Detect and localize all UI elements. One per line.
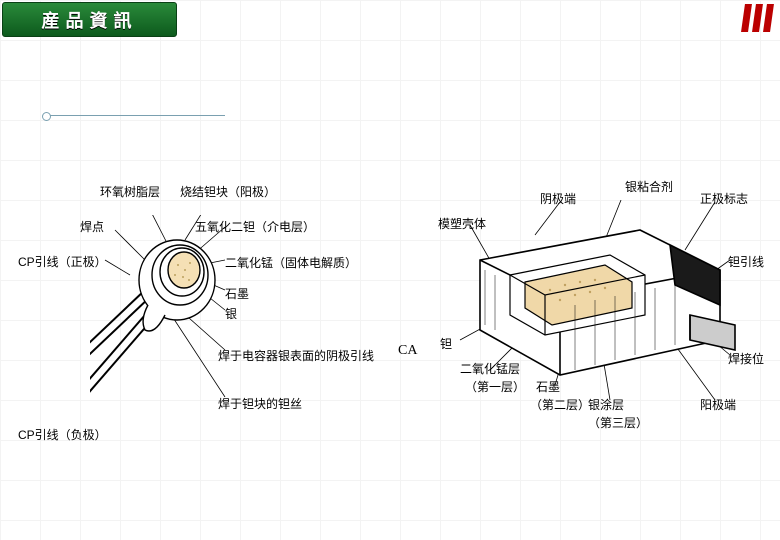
- header-title: 産品資訊: [42, 7, 138, 33]
- header-accent-icon: [741, 4, 774, 32]
- label-sinter-anode: 烧结钽块（阳极）: [180, 183, 276, 200]
- decorative-rule: [45, 115, 225, 116]
- left-capacitor-diagram: [90, 215, 370, 445]
- label-silver-adhesive: 银粘合剂: [625, 178, 673, 195]
- header-badge: 産品資訊: [2, 2, 177, 37]
- right-capacitor-diagram: [440, 200, 770, 430]
- center-text: CA: [398, 343, 417, 359]
- label-epoxy: 环氧树脂层: [100, 183, 160, 200]
